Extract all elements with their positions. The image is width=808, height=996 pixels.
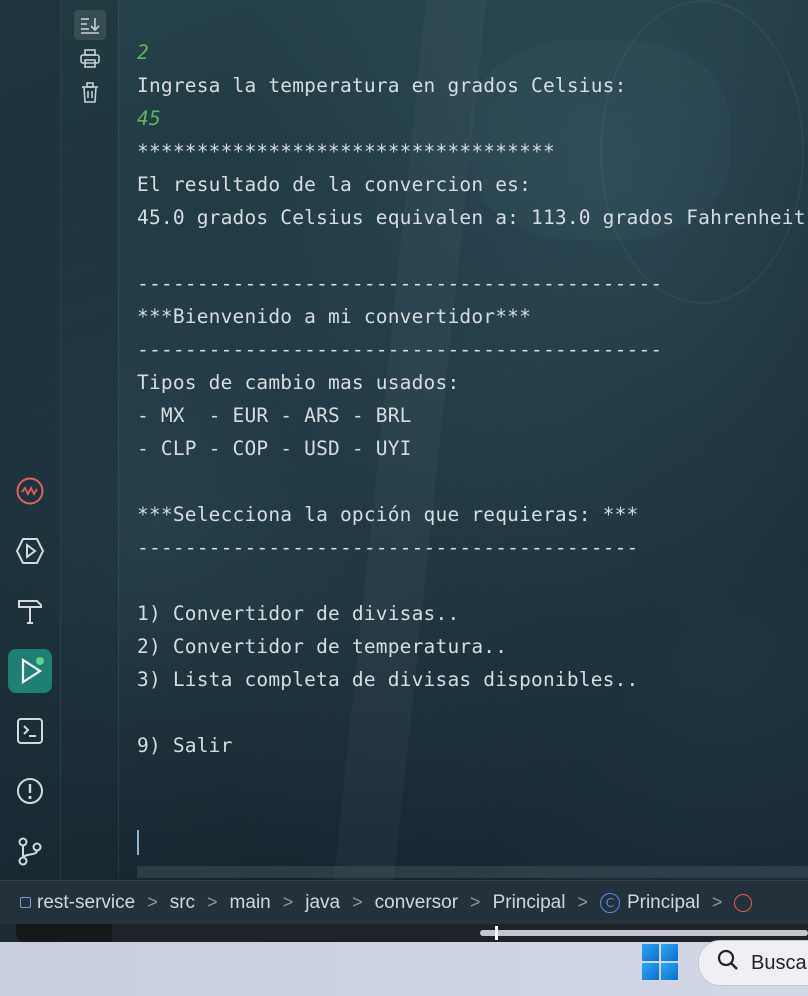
breadcrumb-item-java[interactable]: java <box>305 892 340 914</box>
console-output-line: ----------------------------------------… <box>137 272 663 295</box>
console-output-line: ----------------------------------------… <box>137 338 663 361</box>
console-output-line: ----------------------------------------… <box>137 536 639 559</box>
trash-icon[interactable] <box>74 78 106 108</box>
profiler-icon[interactable] <box>10 471 50 511</box>
breadcrumb-item-class[interactable]: C Principal <box>599 892 700 914</box>
module-icon <box>20 897 31 908</box>
console-output-line: - CLP - COP - USD - UYI <box>137 437 412 460</box>
chevron-right-icon: > <box>207 892 218 912</box>
services-icon[interactable] <box>10 531 50 571</box>
console-input-line: 45 <box>137 107 161 130</box>
console-output-line: ***Bienvenido a mi convertidor*** <box>137 305 532 328</box>
console-output-line: Tipos de cambio mas usados: <box>137 371 460 394</box>
chevron-right-icon: > <box>352 892 363 912</box>
chevron-right-icon: > <box>147 892 158 912</box>
class-icon: C <box>599 892 620 913</box>
breadcrumb: rest-service > src > main > java > conve… <box>0 880 808 924</box>
text-cursor <box>137 830 139 855</box>
console-output-line: 2) Convertidor de temperatura.. <box>137 635 508 658</box>
console-output-line: - MX - EUR - ARS - BRL <box>137 404 412 427</box>
breadcrumb-item-src[interactable]: src <box>170 892 195 914</box>
chevron-right-icon: > <box>470 892 481 912</box>
console-gutter <box>60 0 118 880</box>
console-output-line: 3) Lista completa de divisas disponibles… <box>137 668 639 691</box>
console-output-line: 9) Salir <box>137 734 233 757</box>
method-icon[interactable] <box>734 893 753 912</box>
problems-icon[interactable] <box>10 771 50 811</box>
search-icon <box>717 949 739 977</box>
taskbar-search[interactable]: Busca <box>698 940 808 986</box>
breadcrumb-item-module[interactable]: rest-service <box>20 892 135 914</box>
console-input-line: 2 <box>137 41 149 64</box>
windows-start-icon[interactable] <box>642 944 678 980</box>
scroll-to-end-icon[interactable] <box>74 10 106 40</box>
console-output-line: 45.0 grados Celsius equivalen a: 113.0 g… <box>137 206 806 229</box>
console-toolbar <box>74 10 106 112</box>
breadcrumb-item-package[interactable]: conversor <box>375 892 458 914</box>
scrollbar-thumb[interactable] <box>495 926 498 940</box>
window-scrollbar[interactable] <box>480 930 808 936</box>
git-icon[interactable] <box>10 831 50 871</box>
console-output[interactable]: 2 Ingresa la temperatura en grados Celsiu… <box>137 36 808 762</box>
chevron-right-icon: > <box>282 892 294 912</box>
console-output-line: *********************************** <box>137 140 555 163</box>
terminal-icon[interactable] <box>10 711 50 751</box>
build-icon[interactable] <box>10 591 50 631</box>
taskbar <box>0 942 808 996</box>
search-label: Busca <box>751 951 807 974</box>
chevron-right-icon: > <box>711 892 723 912</box>
run-icon[interactable] <box>8 649 52 693</box>
breadcrumb-item-main[interactable]: main <box>230 892 271 914</box>
console-output-line: ***Selecciona la opción que requieras: *… <box>137 503 639 526</box>
console-output-line: El resultado de la convercion es: <box>137 173 532 196</box>
console-output-line: 1) Convertidor de divisas.. <box>137 602 460 625</box>
print-icon[interactable] <box>74 44 106 74</box>
chevron-right-icon: > <box>577 892 588 912</box>
console-output-line: Ingresa la temperatura en grados Celsius… <box>137 74 627 97</box>
breadcrumb-item-file[interactable]: Principal <box>493 892 566 914</box>
horizontal-scrollbar[interactable] <box>137 866 808 878</box>
